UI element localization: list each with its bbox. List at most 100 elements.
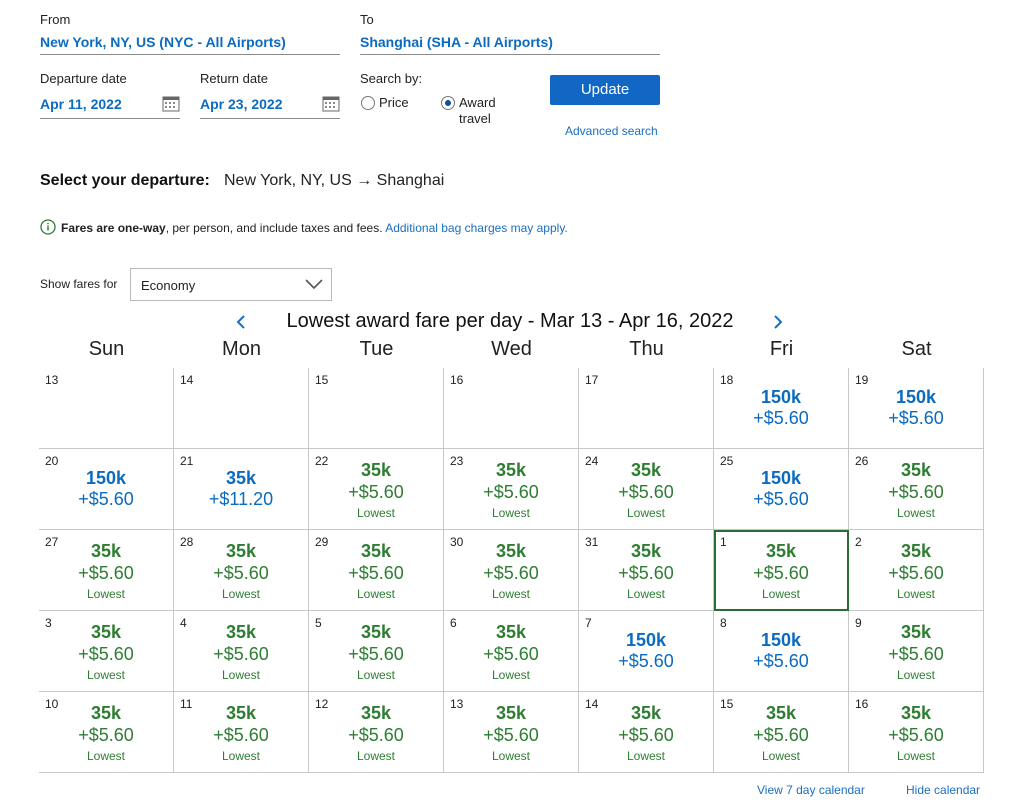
- calendar-day-cell[interactable]: 9 35k +$5.60 Lowest: [849, 611, 984, 692]
- fare-miles: 35k: [225, 622, 257, 642]
- fare-miles: 35k: [630, 541, 662, 561]
- from-field[interactable]: New York, NY, US (NYC - All Airports): [40, 34, 340, 55]
- departure-date-value: Apr 11, 2022: [40, 96, 122, 112]
- fare-taxes: +$5.60: [483, 563, 539, 583]
- to-field[interactable]: Shanghai (SHA - All Airports): [360, 34, 660, 55]
- calendar-day-cell[interactable]: 3 35k +$5.60 Lowest: [39, 611, 174, 692]
- calendar-day-cell[interactable]: 5 35k +$5.60 Lowest: [309, 611, 444, 692]
- calendar-day-cell[interactable]: 24 35k +$5.60 Lowest: [579, 449, 714, 530]
- day-number: 15: [315, 373, 329, 387]
- weekday-header-sun: Sun: [88, 338, 125, 360]
- lowest-fare-badge: Lowest: [761, 749, 801, 763]
- route-text: New York, NY, US → Shanghai: [224, 172, 445, 189]
- calendar-day-cell[interactable]: 21 35k +$11.20: [174, 449, 309, 530]
- cabin-select[interactable]: Economy: [130, 268, 332, 301]
- departure-date-label: Departure date: [40, 71, 127, 86]
- price-radio[interactable]: [361, 96, 375, 110]
- fare-taxes: +$5.60: [483, 482, 539, 502]
- fare-taxes: +$5.60: [618, 725, 674, 745]
- lowest-fare-badge: Lowest: [896, 587, 936, 601]
- calendar-day-cell[interactable]: 26 35k +$5.60 Lowest: [849, 449, 984, 530]
- calendar-day-cell[interactable]: 31 35k +$5.60 Lowest: [579, 530, 714, 611]
- calendar-day-cell[interactable]: 18 150k +$5.60: [714, 368, 849, 449]
- next-month-arrow[interactable]: [771, 314, 785, 330]
- calendar-title: Lowest award fare per day - Mar 13 - Apr…: [286, 310, 734, 332]
- calendar-day-cell[interactable]: 4 35k +$5.60 Lowest: [174, 611, 309, 692]
- info-icon: [40, 219, 56, 235]
- fare-miles: 35k: [495, 460, 527, 480]
- day-number: 16: [450, 373, 464, 387]
- calendar-icon[interactable]: [322, 94, 340, 112]
- calendar-day-cell[interactable]: 16 35k +$5.60 Lowest: [849, 692, 984, 773]
- to-label: To: [360, 12, 374, 27]
- weekday-header-fri: Fri: [769, 338, 794, 360]
- previous-month-arrow[interactable]: [234, 314, 248, 330]
- lowest-fare-badge: Lowest: [221, 749, 261, 763]
- return-date-label: Return date: [200, 71, 268, 86]
- lowest-fare-badge: Lowest: [896, 749, 936, 763]
- hide-calendar-link[interactable]: Hide calendar: [906, 783, 980, 797]
- award-travel-radio[interactable]: [441, 96, 455, 110]
- fare-taxes: +$5.60: [618, 563, 674, 583]
- day-number: 8: [720, 616, 727, 630]
- calendar-icon[interactable]: [162, 94, 180, 112]
- fare-miles: 35k: [495, 703, 527, 723]
- calendar-day-cell[interactable]: 20 150k +$5.60: [39, 449, 174, 530]
- fare-notice-bold: Fares are one-way: [61, 221, 166, 235]
- fare-miles: 35k: [225, 541, 257, 561]
- bag-charges-link[interactable]: Additional bag charges may apply.: [385, 221, 568, 235]
- day-number: 25: [720, 454, 734, 468]
- fare-miles: 35k: [90, 703, 122, 723]
- fare-taxes: +$5.60: [753, 489, 809, 509]
- from-value: New York, NY, US (NYC - All Airports): [40, 34, 286, 50]
- lowest-fare-badge: Lowest: [356, 749, 396, 763]
- fare-taxes: +$5.60: [348, 563, 404, 583]
- lowest-fare-badge: Lowest: [896, 506, 936, 520]
- day-number: 20: [45, 454, 59, 468]
- fare-taxes: +$5.60: [753, 651, 809, 671]
- calendar-day-cell[interactable]: 30 35k +$5.60 Lowest: [444, 530, 579, 611]
- fare-miles: 35k: [360, 703, 392, 723]
- calendar-day-cell[interactable]: 11 35k +$5.60 Lowest: [174, 692, 309, 773]
- day-number: 7: [585, 616, 592, 630]
- fare-taxes: +$5.60: [348, 644, 404, 664]
- calendar-day-cell[interactable]: 25 150k +$5.60: [714, 449, 849, 530]
- fare-miles: 35k: [360, 460, 392, 480]
- lowest-fare-badge: Lowest: [86, 668, 126, 682]
- calendar-day-cell[interactable]: 8 150k +$5.60: [714, 611, 849, 692]
- cabin-select-value: Economy: [141, 278, 196, 293]
- calendar-day-cell[interactable]: 23 35k +$5.60 Lowest: [444, 449, 579, 530]
- update-button[interactable]: Update: [550, 75, 660, 105]
- calendar-day-cell[interactable]: 22 35k +$5.60 Lowest: [309, 449, 444, 530]
- calendar-day-cell[interactable]: 29 35k +$5.60 Lowest: [309, 530, 444, 611]
- view-7-day-calendar-link[interactable]: View 7 day calendar: [757, 783, 865, 797]
- weekday-header-sat: Sat: [901, 338, 932, 360]
- departure-date-field[interactable]: Apr 11, 2022: [40, 94, 180, 119]
- fare-miles: 35k: [630, 460, 662, 480]
- calendar-day-cell: 13: [39, 368, 174, 449]
- calendar-day-cell[interactable]: 14 35k +$5.60 Lowest: [579, 692, 714, 773]
- calendar-day-cell: 17: [579, 368, 714, 449]
- award-radio-label-line2: travel: [459, 111, 491, 126]
- calendar-day-cell[interactable]: 1 35k +$5.60 Lowest: [714, 530, 849, 611]
- calendar-day-cell[interactable]: 19 150k +$5.60: [849, 368, 984, 449]
- fare-taxes: +$5.60: [213, 725, 269, 745]
- calendar-grid: 13 14 15 16 17 18 150k +$5.60 19 150k +$5.60 20 150k…: [39, 368, 984, 773]
- advanced-search-link[interactable]: Advanced search: [565, 124, 658, 138]
- lowest-fare-badge: Lowest: [356, 668, 396, 682]
- calendar-day-cell[interactable]: 13 35k +$5.60 Lowest: [444, 692, 579, 773]
- weekday-header-wed: Wed: [491, 338, 532, 360]
- return-date-field[interactable]: Apr 23, 2022: [200, 94, 340, 119]
- day-number: 17: [585, 373, 599, 387]
- calendar-day-cell[interactable]: 27 35k +$5.60 Lowest: [39, 530, 174, 611]
- calendar-day-cell[interactable]: 6 35k +$5.60 Lowest: [444, 611, 579, 692]
- calendar-day-cell[interactable]: 10 35k +$5.60 Lowest: [39, 692, 174, 773]
- calendar-day-cell[interactable]: 2 35k +$5.60 Lowest: [849, 530, 984, 611]
- fare-miles: 35k: [360, 541, 392, 561]
- calendar-day-cell[interactable]: 7 150k +$5.60: [579, 611, 714, 692]
- calendar-day-cell[interactable]: 12 35k +$5.60 Lowest: [309, 692, 444, 773]
- fare-taxes: +$5.60: [483, 644, 539, 664]
- calendar-day-cell[interactable]: 28 35k +$5.60 Lowest: [174, 530, 309, 611]
- calendar-day-cell[interactable]: 15 35k +$5.60 Lowest: [714, 692, 849, 773]
- fare-taxes: +$5.60: [888, 482, 944, 502]
